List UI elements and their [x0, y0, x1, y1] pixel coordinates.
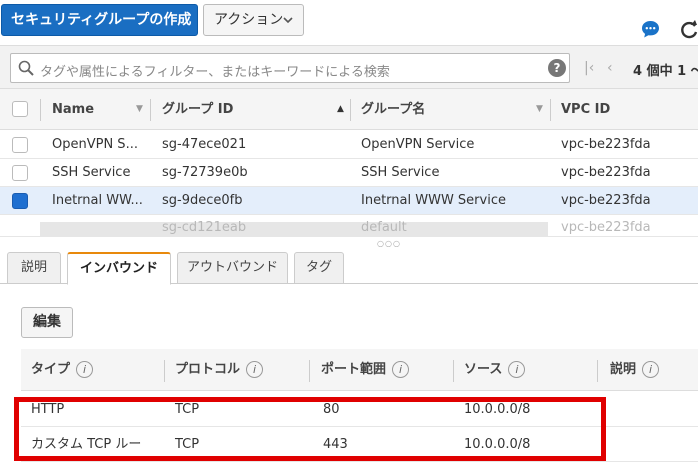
column-header-group-name[interactable]: グループ名	[361, 89, 425, 130]
table-row-selected[interactable]: Inetrnal WW... sg-9dece0fb Inetrnal WWW …	[0, 187, 698, 215]
column-header-name[interactable]: Name	[52, 89, 94, 130]
resize-handle[interactable]: ○○○	[377, 239, 401, 248]
cell-vpc-id: vpc-be223fda	[561, 137, 651, 152]
column-header-description: 説明 i	[610, 349, 660, 391]
sort-ascending-icon[interactable]: ▲	[337, 89, 344, 130]
column-divider	[40, 99, 41, 121]
sort-icon[interactable]: ▼	[536, 89, 543, 130]
search-placeholder: タグや属性によるフィルター、またはキーワードによる検索	[40, 65, 390, 80]
row-checkbox-checked[interactable]	[12, 193, 28, 209]
column-header-group-id[interactable]: グループ ID	[162, 89, 233, 130]
column-label: タイプ	[31, 362, 71, 377]
column-header-vpc-id[interactable]: VPC ID	[561, 89, 610, 130]
cell-vpc-id: vpc-be223fda	[561, 220, 651, 235]
table-row[interactable]: sg-cd121eab default vpc-be223fda	[0, 215, 698, 237]
cell-group-name: Inetrnal WWW Service	[361, 193, 506, 208]
filter-bar: タグや属性によるフィルター、またはキーワードによる検索 ? |‹ ‹ 4 個中 …	[0, 45, 698, 89]
toolbar: セキュリティグループの作成 アクション	[0, 0, 698, 45]
create-security-group-button[interactable]: セキュリティグループの作成	[1, 4, 198, 36]
search-input[interactable]: タグや属性によるフィルター、またはキーワードによる検索 ?	[10, 53, 570, 83]
actions-label: アクション	[214, 12, 284, 28]
row-overlay	[40, 222, 548, 236]
cell-group-id: sg-47ece021	[162, 137, 247, 152]
column-label: ポート範囲	[321, 362, 387, 377]
row-checkbox[interactable]	[12, 137, 28, 153]
column-label: ソース	[464, 362, 503, 377]
table-header: Name ▼ グループ ID ▲ グループ名 ▼ VPC ID	[0, 89, 698, 130]
column-header-type: タイプ i	[31, 349, 94, 391]
tab-description[interactable]: 説明	[7, 252, 61, 284]
column-divider	[164, 360, 165, 382]
cell-name: OpenVPN S...	[52, 137, 138, 152]
cell-vpc-id: vpc-be223fda	[561, 165, 651, 180]
info-icon[interactable]: i	[642, 361, 660, 378]
select-all-checkbox[interactable]	[12, 101, 28, 117]
help-icon[interactable]: ?	[548, 59, 566, 77]
actions-dropdown-button[interactable]: アクション	[203, 4, 304, 36]
tab-inbound[interactable]: インバウンド	[67, 252, 171, 285]
column-label: 説明	[610, 362, 637, 377]
cell-group-name: OpenVPN Service	[361, 137, 475, 152]
table-row[interactable]: OpenVPN S... sg-47ece021 OpenVPN Service…	[0, 131, 698, 159]
pagination-text: 4 個中 1 〜	[633, 64, 698, 79]
column-divider	[453, 360, 454, 382]
rules-table-header: タイプ i プロトコル i ポート範囲 i ソース i 説明 i	[21, 349, 698, 391]
cell-name: SSH Service	[52, 165, 131, 180]
info-icon[interactable]: i	[246, 361, 264, 378]
previous-page-button[interactable]: ‹	[607, 60, 613, 76]
table-row[interactable]: SSH Service sg-72739e0b SSH Service vpc-…	[0, 159, 698, 187]
detail-tabs: 説明 インバウンド アウトバウンド タグ	[0, 249, 698, 285]
column-divider	[550, 99, 551, 121]
cell-group-id: sg-cd121eab	[162, 220, 247, 235]
column-header-source: ソース i	[464, 349, 526, 391]
cell-vpc-id: vpc-be223fda	[561, 193, 651, 208]
cell-group-name: default	[361, 220, 407, 235]
column-divider	[309, 360, 310, 382]
refresh-icon[interactable]	[680, 20, 698, 40]
column-header-port-range: ポート範囲 i	[321, 349, 410, 391]
column-divider	[150, 99, 151, 121]
column-divider	[350, 99, 351, 121]
column-header-protocol: プロトコル i	[175, 349, 264, 391]
info-icon[interactable]: i	[508, 361, 526, 378]
chat-icon[interactable]	[641, 20, 660, 39]
column-label: プロトコル	[175, 362, 241, 377]
cell-name: Inetrnal WW...	[52, 193, 143, 208]
cell-group-id: sg-72739e0b	[162, 165, 248, 180]
row-checkbox[interactable]	[12, 165, 28, 181]
cell-group-id: sg-9dece0fb	[162, 193, 243, 208]
cell-group-name: SSH Service	[361, 165, 440, 180]
column-divider	[597, 360, 598, 382]
info-icon[interactable]: i	[392, 361, 410, 378]
chevron-down-icon	[283, 17, 293, 24]
annotation-highlight-box	[14, 397, 606, 461]
edit-button[interactable]: 編集	[21, 307, 73, 338]
tab-outbound[interactable]: アウトバウンド	[177, 252, 288, 284]
tab-tags[interactable]: タグ	[294, 252, 344, 284]
first-page-button[interactable]: |‹	[584, 60, 594, 76]
info-icon[interactable]: i	[76, 361, 94, 378]
sort-icon[interactable]: ▼	[136, 89, 143, 130]
search-icon	[18, 60, 34, 76]
